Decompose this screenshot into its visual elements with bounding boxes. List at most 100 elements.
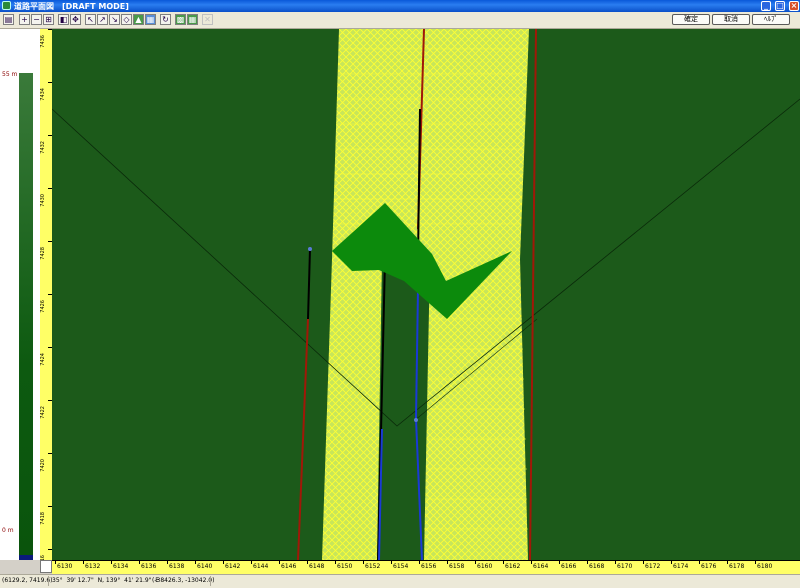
help-button[interactable]: ﾍﾙﾌﾟ bbox=[752, 14, 790, 25]
disabled-tool-icon: ✕ bbox=[204, 15, 211, 24]
vruler-tick: 7422 bbox=[40, 400, 52, 453]
road-plan-drawing bbox=[52, 29, 800, 560]
app-icon bbox=[2, 1, 11, 10]
refresh-icon: ↻ bbox=[162, 15, 169, 24]
elevation-legend: 55 m 0 m bbox=[0, 29, 41, 560]
hruler-tick bbox=[111, 561, 112, 564]
hruler-label: 6156 bbox=[421, 563, 437, 570]
hruler-tick bbox=[335, 561, 336, 564]
hruler-tick bbox=[195, 561, 196, 564]
shape-button[interactable]: ◇ bbox=[121, 14, 132, 25]
hruler-label: 6140 bbox=[197, 563, 213, 570]
vruler-tick: 7432 bbox=[40, 135, 52, 188]
hruler-tick bbox=[615, 561, 616, 564]
status-offset: (-38426.3, -13042.0) bbox=[152, 577, 215, 584]
vruler-label: 7430 bbox=[40, 194, 46, 207]
hruler-label: 6152 bbox=[365, 563, 381, 570]
pan-button[interactable]: ✥ bbox=[70, 14, 81, 25]
hruler-tick bbox=[279, 561, 280, 564]
vruler-tick: 7426 bbox=[40, 294, 52, 347]
zoom-fit-button[interactable]: ⊞ bbox=[43, 14, 54, 25]
hruler-label: 6164 bbox=[533, 563, 549, 570]
status-bar: (6129.2, 7419.6) 35° 39' 12.7" N, 139° 4… bbox=[0, 574, 800, 588]
vruler-label: 7436 bbox=[40, 35, 46, 48]
vruler-label: 7434 bbox=[40, 88, 46, 101]
hruler-tick bbox=[587, 561, 588, 564]
hruler-label: 6172 bbox=[645, 563, 661, 570]
hruler-tick bbox=[419, 561, 420, 564]
vruler-tick: 7434 bbox=[40, 82, 52, 135]
hruler-label: 6134 bbox=[113, 563, 129, 570]
table-button[interactable]: ▦ bbox=[187, 14, 198, 25]
status-separator bbox=[210, 576, 211, 586]
vruler-label: 7424 bbox=[40, 353, 46, 366]
blue-line-upper bbox=[415, 288, 419, 420]
hruler-label: 6148 bbox=[309, 563, 325, 570]
layer-icon: ◧ bbox=[59, 15, 68, 24]
vruler-label: 7420 bbox=[40, 459, 46, 472]
status-latlon: 35° 39' 12.7" N, 139° 41' 21.9" E bbox=[52, 577, 160, 584]
hruler-label: 6154 bbox=[393, 563, 409, 570]
zoom-out-button[interactable]: − bbox=[31, 14, 42, 25]
zoom-in-button[interactable]: + bbox=[19, 14, 30, 25]
vertex-marker[interactable] bbox=[414, 418, 418, 422]
hruler-label: 6130 bbox=[57, 563, 73, 570]
vruler-tick: 7430 bbox=[40, 188, 52, 241]
vruler-label: 7418 bbox=[40, 512, 46, 525]
red-edge-line-left bbox=[297, 318, 309, 560]
hruler-label: 6136 bbox=[141, 563, 157, 570]
horizontal-ruler: 6130 6132 6134 6136 6138 6140 6142 6144 … bbox=[52, 560, 800, 574]
vruler-tick: 7436 bbox=[40, 29, 52, 82]
map-button[interactable]: ▦ bbox=[145, 14, 156, 25]
vruler-tick: 7424 bbox=[40, 347, 52, 400]
pan-icon: ✥ bbox=[72, 15, 79, 24]
vruler-label: 7426 bbox=[40, 300, 46, 313]
minimize-button[interactable]: _ bbox=[761, 1, 771, 11]
hruler-tick bbox=[643, 561, 644, 564]
zoom-fit-icon: ⊞ bbox=[45, 15, 52, 24]
confirm-button[interactable]: 確定 bbox=[672, 14, 710, 25]
vruler-tick: 7428 bbox=[40, 241, 52, 294]
hruler-tick bbox=[223, 561, 224, 564]
open-icon: ▤ bbox=[4, 15, 13, 24]
cancel-button[interactable]: 取消 bbox=[712, 14, 750, 25]
close-button[interactable]: × bbox=[789, 1, 799, 11]
hruler-label: 6174 bbox=[673, 563, 689, 570]
status-cursor-coords: (6129.2, 7419.6) bbox=[2, 577, 53, 584]
hruler-tick bbox=[727, 561, 728, 564]
zoom-in-icon: + bbox=[21, 15, 28, 24]
road-band-lower-left[interactable] bbox=[322, 259, 382, 560]
hruler-label: 6132 bbox=[85, 563, 101, 570]
refresh-button[interactable]: ↻ bbox=[160, 14, 171, 25]
hruler-tick bbox=[531, 561, 532, 564]
hruler-tick bbox=[83, 561, 84, 564]
profile-button[interactable]: ▲ bbox=[133, 14, 144, 25]
vruler-label: 7422 bbox=[40, 406, 46, 419]
select-button[interactable]: ↖ bbox=[85, 14, 96, 25]
legend-color-bar bbox=[19, 73, 33, 559]
hruler-tick bbox=[363, 561, 364, 564]
legend-max-label: 55 m bbox=[2, 71, 18, 78]
title-bar: 道路平面図 [DRAFT MODE] _ □ × bbox=[0, 0, 800, 12]
hruler-tick bbox=[447, 561, 448, 564]
legend-base-swatch bbox=[19, 555, 33, 560]
legend-min-label: 0 m bbox=[2, 527, 14, 534]
node-button[interactable]: ↗ bbox=[97, 14, 108, 25]
vertex-marker[interactable] bbox=[308, 247, 312, 251]
open-button[interactable]: ▤ bbox=[3, 14, 14, 25]
hruler-label: 6180 bbox=[757, 563, 773, 570]
status-separator bbox=[48, 576, 49, 586]
hruler-tick bbox=[391, 561, 392, 564]
table-icon: ▦ bbox=[188, 15, 197, 24]
red-edge-line-right bbox=[529, 29, 537, 560]
layer-button[interactable]: ◧ bbox=[58, 14, 69, 25]
link-button[interactable]: ↘ bbox=[109, 14, 120, 25]
map-canvas[interactable] bbox=[52, 29, 800, 560]
hruler-tick bbox=[167, 561, 168, 564]
maximize-button[interactable]: □ bbox=[775, 1, 785, 11]
select-icon: ↖ bbox=[87, 15, 94, 24]
hruler-label: 6150 bbox=[337, 563, 353, 570]
blue-line-lower bbox=[415, 418, 423, 560]
disabled-tool-button: ✕ bbox=[202, 14, 213, 25]
grid-button[interactable]: ▩ bbox=[175, 14, 186, 25]
